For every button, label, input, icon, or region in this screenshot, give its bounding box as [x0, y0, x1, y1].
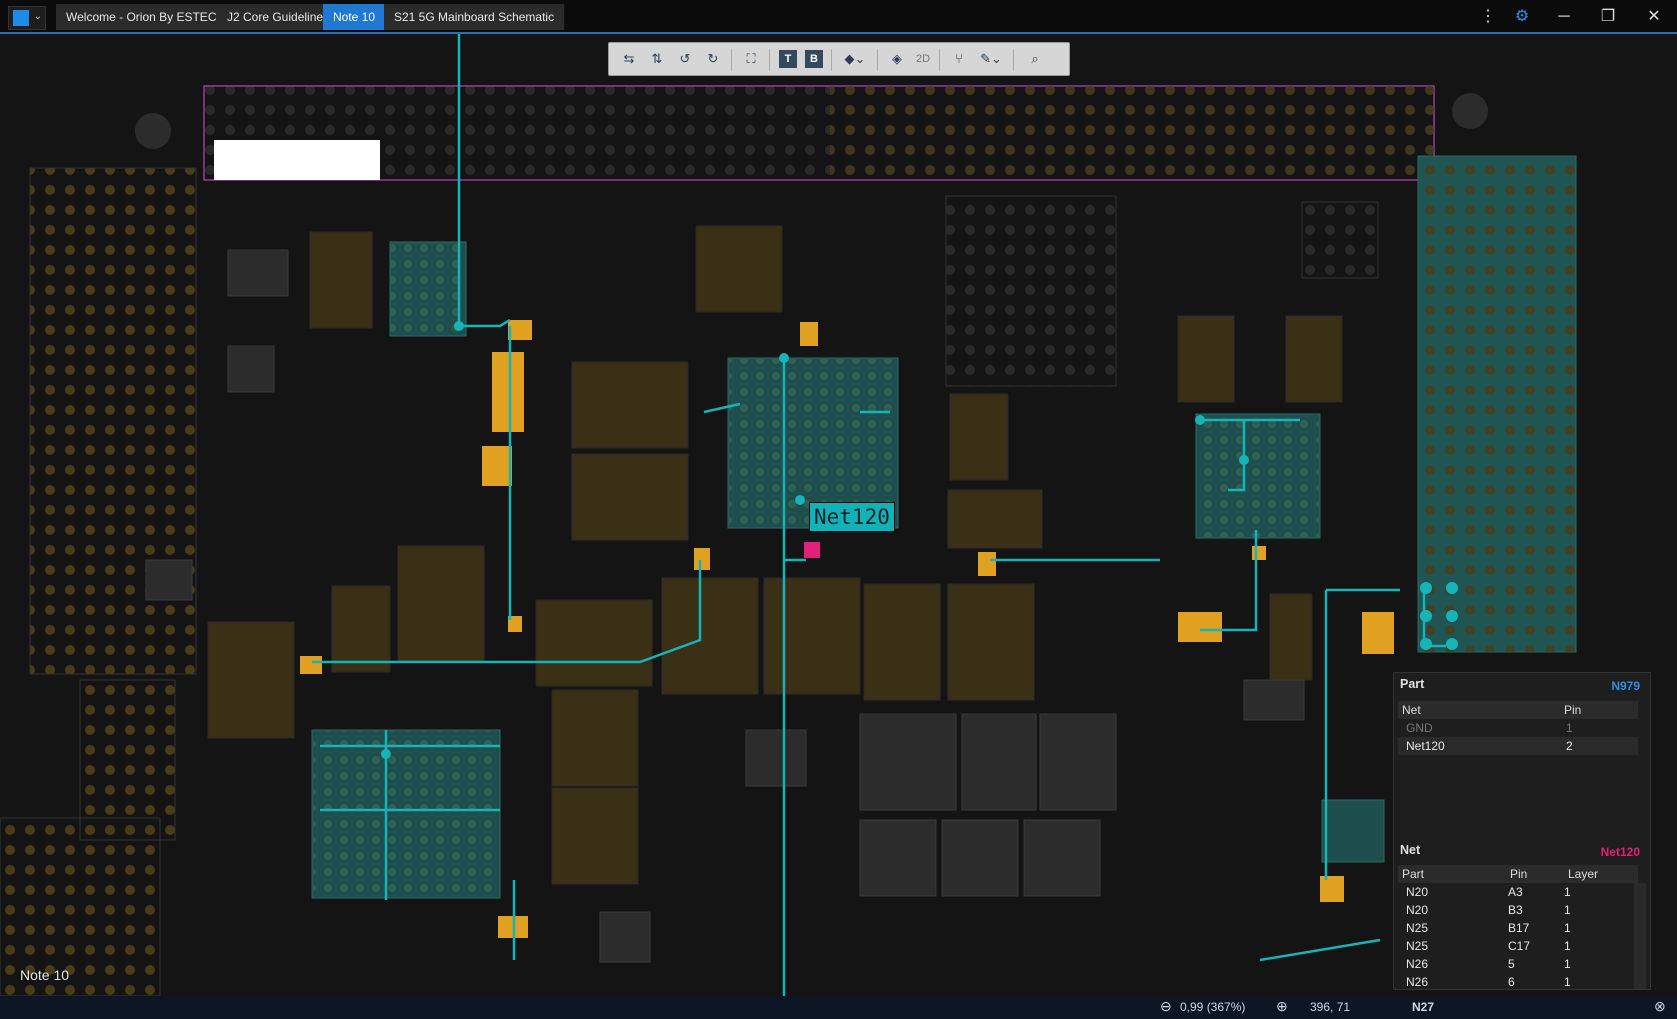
- rotate-left-icon[interactable]: ↺: [673, 48, 697, 70]
- net-grid-header: Part Pin Layer: [1398, 865, 1638, 883]
- part-grid-header: Net Pin: [1398, 701, 1638, 719]
- app-logo-icon: [13, 10, 29, 26]
- table-row[interactable]: N26 5 1: [1398, 955, 1638, 973]
- cell-pin: 5: [1508, 957, 1515, 971]
- cell-layer: 1: [1564, 975, 1571, 989]
- rotate-right-icon[interactable]: ↻: [701, 48, 725, 70]
- minimize-button[interactable]: ─: [1544, 4, 1584, 30]
- cell-pin: 6: [1508, 975, 1515, 989]
- cell-net: GND: [1406, 721, 1433, 735]
- net-label: Net120: [809, 502, 895, 532]
- part-id: N979: [1611, 679, 1640, 693]
- bottom-layer-button[interactable]: B: [805, 50, 823, 68]
- search-icon[interactable]: ⌕: [1023, 48, 1047, 70]
- table-row[interactable]: GND 1: [1398, 719, 1638, 737]
- title-bar: ⌄ Welcome - Orion By ESTECH J2 Core Guid…: [0, 0, 1677, 34]
- net-route-icon[interactable]: ⑂: [947, 48, 971, 70]
- tab-note-10[interactable]: Note 10: [323, 4, 387, 30]
- cell-net: Net120: [1406, 739, 1445, 753]
- close-button[interactable]: ✕: [1634, 4, 1674, 30]
- cell-part: N20: [1406, 903, 1429, 917]
- fit-view-icon[interactable]: ⛶: [739, 48, 763, 70]
- table-row[interactable]: N25 C17 1: [1398, 937, 1638, 955]
- cell-part: N26: [1406, 957, 1429, 971]
- cell-pin: 1: [1566, 721, 1573, 735]
- document-label: Note 10: [20, 967, 70, 983]
- cell-pin: 2: [1566, 739, 1573, 753]
- part-panel-title: Part: [1400, 677, 1425, 691]
- gear-icon[interactable]: ⚙: [1502, 4, 1542, 30]
- cell-pin: C17: [1508, 939, 1531, 953]
- cell-part: N25: [1406, 921, 1429, 935]
- column-pin: Pin: [1564, 703, 1582, 717]
- cell-layer: 1: [1564, 921, 1571, 935]
- flip-vertical-icon[interactable]: ⇅: [645, 48, 669, 70]
- cell-part: N20: [1406, 885, 1429, 899]
- layers-icon[interactable]: ◆⌄: [839, 48, 871, 70]
- table-row[interactable]: N26 6 1: [1398, 973, 1638, 991]
- tab-welcome[interactable]: Welcome - Orion By ESTECH: [56, 4, 237, 30]
- table-row[interactable]: N25 B17 1: [1398, 919, 1638, 937]
- status-bar: ⊖ 0,99 (367%) ⊕ 396, 71 N27 ⊗: [0, 996, 1677, 1019]
- cursor-coords: 396, 71: [1310, 1000, 1351, 1014]
- table-row[interactable]: N20 A3 1: [1398, 883, 1638, 901]
- net-panel-title: Net: [1400, 843, 1421, 857]
- component-icon[interactable]: ◈: [885, 48, 909, 70]
- cell-part: N26: [1406, 975, 1429, 989]
- cell-pin: A3: [1508, 885, 1523, 899]
- cell-part: N25: [1406, 939, 1429, 953]
- tab-s21-schematic[interactable]: S21 5G Mainboard Schematic: [384, 4, 566, 30]
- zoom-in-icon[interactable]: ⊕: [1276, 998, 1288, 1015]
- chevron-down-icon: ⌄: [33, 11, 42, 22]
- zoom-level: 0,99 (367%): [1180, 1000, 1246, 1014]
- chip-top-center: [945, 195, 1117, 387]
- cell-layer: 1: [1564, 903, 1571, 917]
- net-list-scrollbar[interactable]: [1634, 883, 1646, 989]
- zoom-out-icon[interactable]: ⊖: [1160, 998, 1172, 1015]
- view-toolbar: ⇆ ⇅ ↺ ↻ ⛶ T B ◆⌄ ◈ 2D ⑂ ✎⌄ ⌕: [608, 42, 1070, 76]
- cell-pin: B3: [1508, 903, 1523, 917]
- flip-horizontal-icon[interactable]: ⇆: [617, 48, 641, 70]
- hover-part: N27: [1412, 1000, 1435, 1014]
- settings-small-icon[interactable]: ⊗: [1654, 998, 1666, 1015]
- restore-button[interactable]: ❐: [1588, 4, 1628, 30]
- net-highlight-pad: [804, 542, 820, 558]
- column-part: Part: [1402, 867, 1425, 881]
- info-panel: Part N979 Net Pin GND 1 Net120 2 Net Net…: [1393, 672, 1651, 990]
- app-menu-button[interactable]: ⌄: [8, 6, 46, 30]
- probe-icon[interactable]: ✎⌄: [975, 48, 1007, 70]
- cell-layer: 1: [1564, 939, 1571, 953]
- cell-pin: B17: [1508, 921, 1530, 935]
- table-row[interactable]: N20 B3 1: [1398, 901, 1638, 919]
- cell-layer: 1: [1564, 885, 1571, 899]
- table-row[interactable]: Net120 2: [1398, 737, 1638, 755]
- top-layer-button[interactable]: T: [779, 50, 797, 68]
- column-layer: Layer: [1568, 867, 1599, 881]
- cell-layer: 1: [1564, 957, 1571, 971]
- tooltip-blank: [214, 140, 380, 180]
- tab-j2-core-guideline[interactable]: J2 Core Guideline: [217, 4, 335, 30]
- column-net: Net: [1402, 703, 1421, 717]
- net-id: Net120: [1600, 845, 1640, 859]
- 2d-toggle[interactable]: 2D: [911, 48, 935, 70]
- column-pin: Pin: [1510, 867, 1528, 881]
